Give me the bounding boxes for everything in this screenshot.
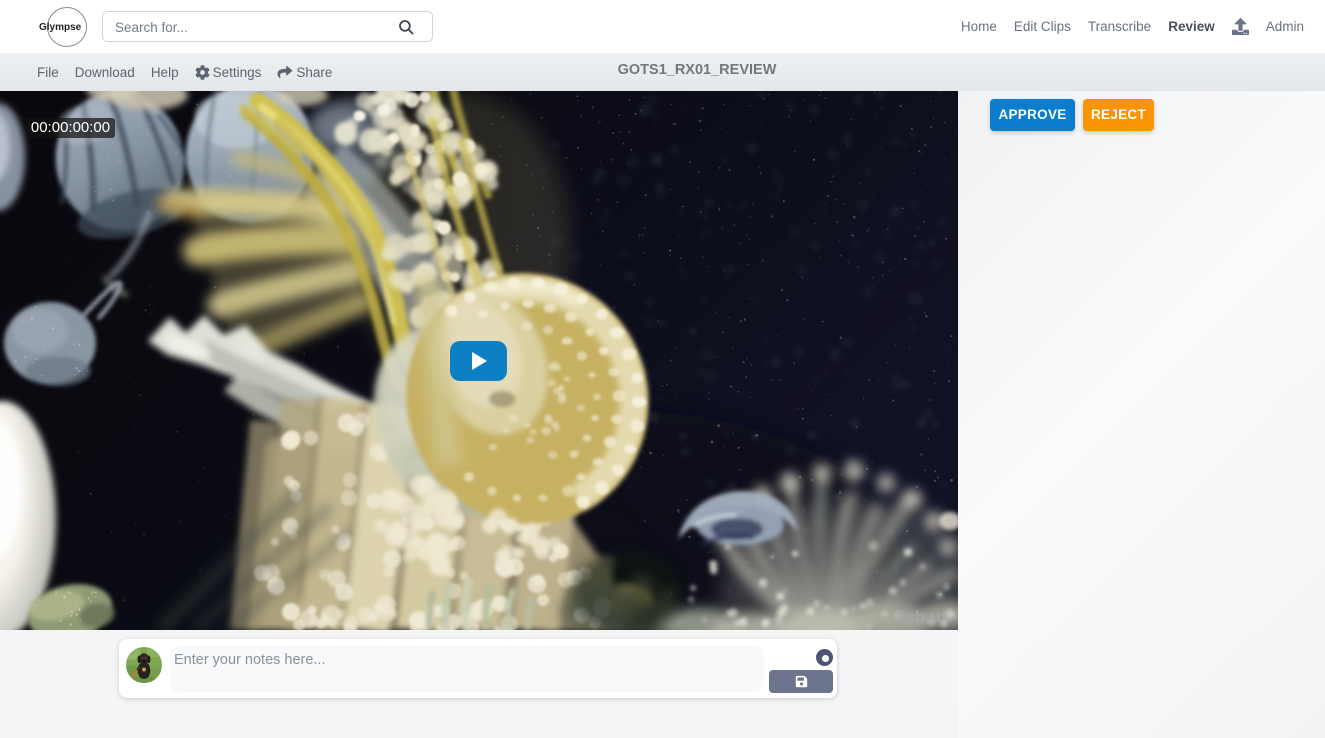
svg-text:fish.us: fish.us — [895, 607, 950, 626]
